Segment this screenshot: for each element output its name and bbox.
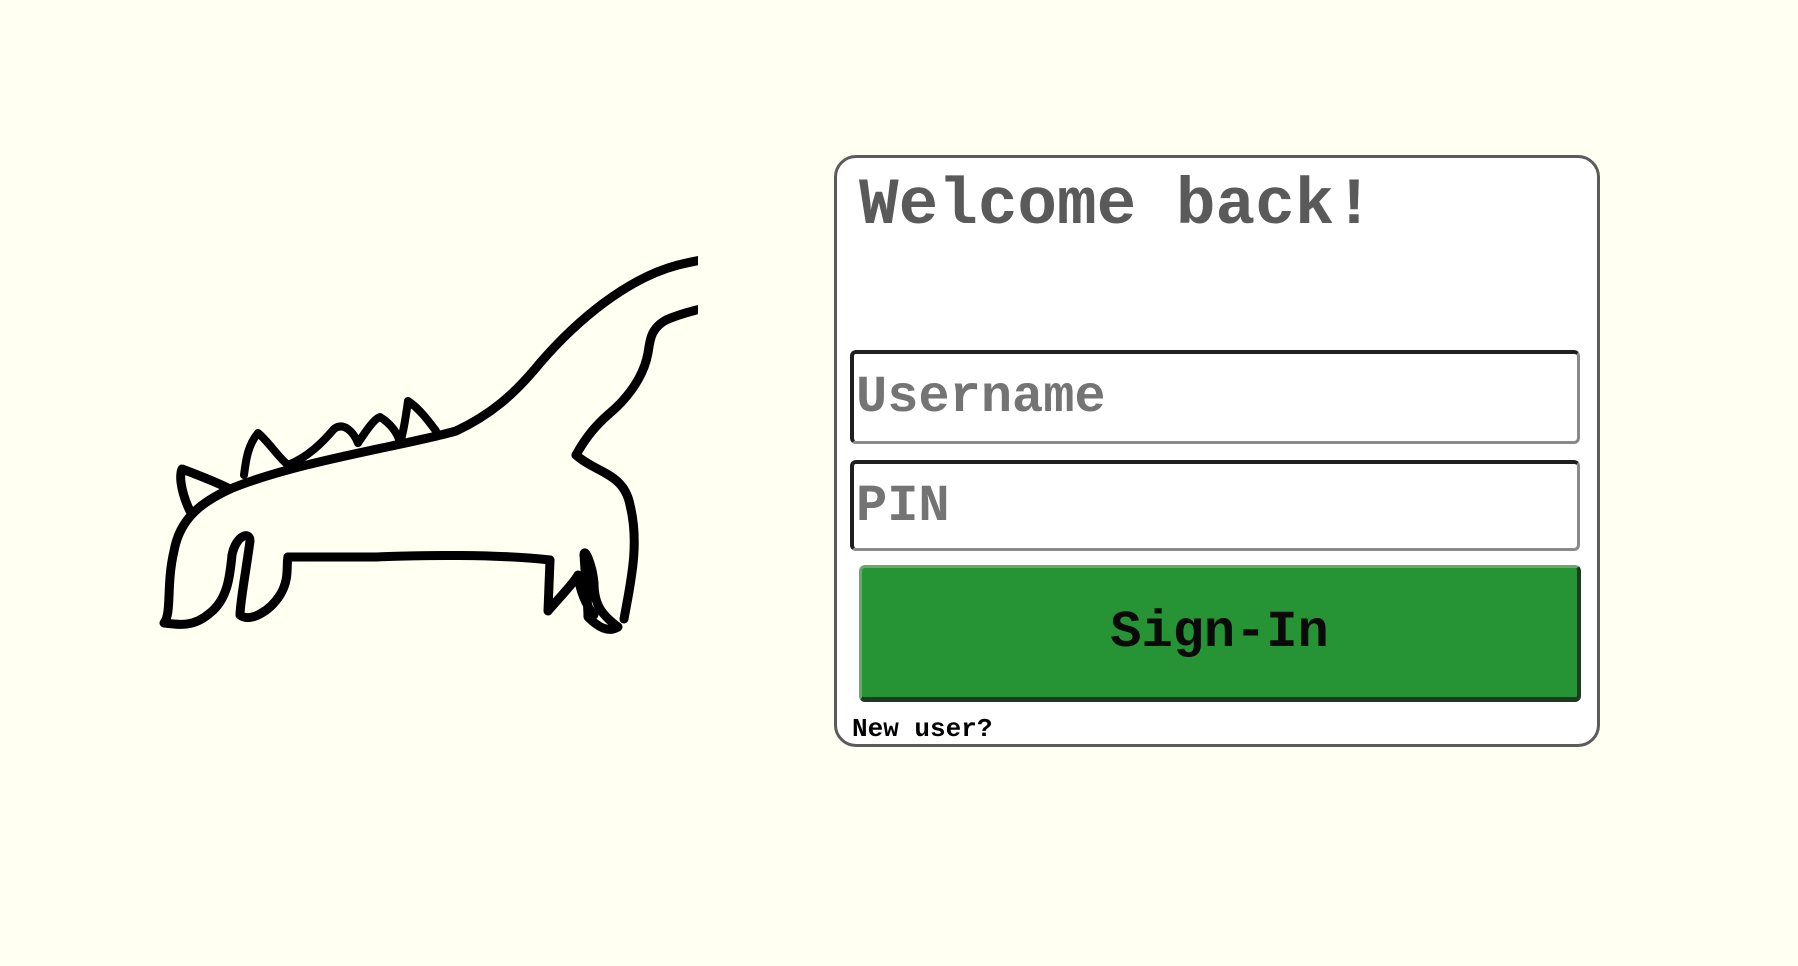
new-user-link[interactable]: New user?: [852, 714, 992, 744]
pin-input[interactable]: [850, 460, 1580, 551]
page-title: Welcome back!: [859, 168, 1374, 243]
login-page: Welcome back! Sign-In New user?: [0, 0, 1798, 966]
dinosaur-icon: [159, 256, 698, 634]
sign-in-button[interactable]: Sign-In: [859, 565, 1581, 702]
username-input[interactable]: [850, 350, 1580, 444]
login-card: Welcome back! Sign-In New user?: [834, 155, 1600, 747]
